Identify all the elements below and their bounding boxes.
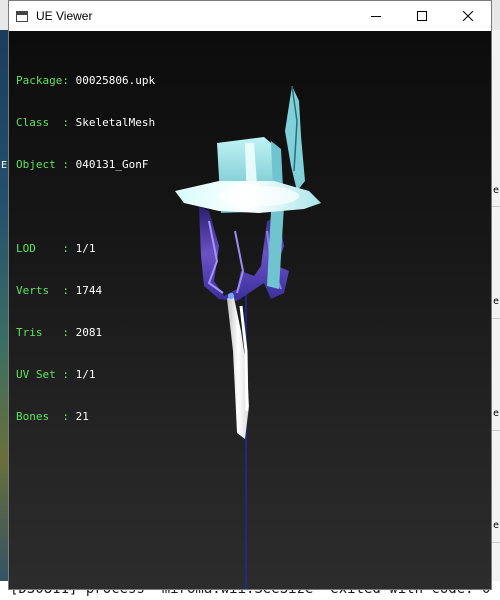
info-label: Class [16, 116, 63, 129]
info-sep: : [62, 116, 76, 129]
title-bar[interactable]: UE Viewer [9, 1, 491, 31]
info-row-class: Class : SkeletalMesh [16, 116, 155, 130]
stat-sep: : [62, 242, 76, 255]
stat-value: 2081 [75, 326, 103, 339]
ue-viewer-window[interactable]: UE Viewer Package: 00025806.upk Class: … [8, 0, 492, 590]
stat-row-tris: Tris : 2081 [16, 326, 155, 340]
info-value: SkeletalMesh [75, 116, 156, 129]
background-window-edge: e e e e [492, 30, 500, 600]
info-label: Object [16, 158, 63, 171]
close-button[interactable] [445, 1, 491, 31]
info-sep: : [62, 74, 76, 87]
mesh-info-overlay: Package: 00025806.upk Class : SkeletalMe… [16, 46, 155, 452]
info-row-object: Object : 040131_GonF [16, 158, 155, 172]
window-title: UE Viewer [36, 9, 93, 23]
desktop-wallpaper-strip: E [0, 30, 8, 600]
stat-label: Verts [16, 284, 63, 297]
maximize-button[interactable] [399, 1, 445, 31]
stat-label: Tris [16, 326, 63, 339]
stat-value: 1/1 [75, 368, 96, 381]
stat-row-verts: Verts : 1744 [16, 284, 155, 298]
minimize-icon [371, 16, 381, 17]
background-glyph: e [493, 296, 500, 307]
window-controls [353, 1, 491, 31]
info-value: 00025806.upk [75, 74, 156, 87]
background-glyph: e [493, 408, 500, 419]
stat-label: LOD [16, 242, 63, 255]
stat-value: 21 [75, 410, 89, 423]
minimize-button[interactable] [353, 1, 399, 31]
stat-row-uvset: UV Set : 1/1 [16, 368, 155, 382]
stat-row-bones: Bones : 21 [16, 410, 155, 424]
stat-value: 1744 [75, 284, 103, 297]
stat-sep: : [62, 368, 76, 381]
stat-sep: : [62, 284, 76, 297]
close-icon [463, 11, 473, 21]
stat-value: 1/1 [75, 242, 96, 255]
mesh-viewport[interactable]: Package: 00025806.upk Class : SkeletalMe… [9, 31, 491, 589]
stat-sep: : [62, 326, 76, 339]
stat-label: UV Set [16, 368, 63, 381]
stat-label: Bones [16, 410, 63, 423]
info-label: Package [16, 74, 63, 87]
stat-row-lod: LOD : 1/1 [16, 242, 155, 256]
background-glyph: e [493, 185, 500, 196]
maximize-icon [417, 11, 427, 21]
stat-sep: : [62, 410, 76, 423]
window-app-icon [16, 10, 28, 22]
background-glyph: E [1, 160, 8, 171]
info-row-package: Package: 00025806.upk [16, 74, 155, 88]
background-glyph: e [493, 520, 500, 531]
info-sep: : [62, 158, 76, 171]
info-value: 040131_GonF [75, 158, 149, 171]
